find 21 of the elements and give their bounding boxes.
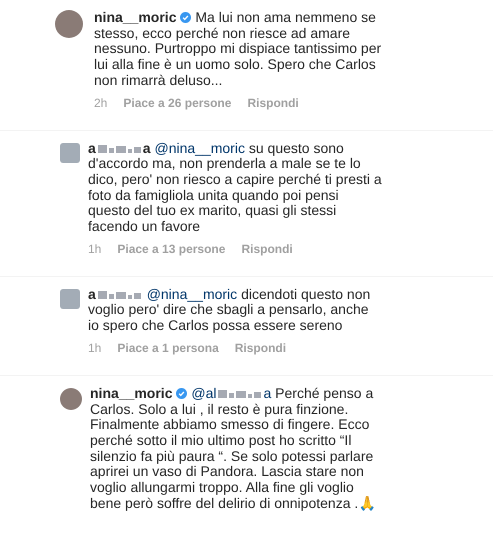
comment-text: a @nina__moric dicendoti questo non voglio pero' dire che sbagli a pensarlo, anche io spero che Carlos possa essere sereno <box>88 286 372 334</box>
mention-link[interactable]: @nina__moric <box>154 140 245 156</box>
timestamp: 1h <box>88 242 102 256</box>
censored-name-drawing <box>98 290 141 299</box>
username[interactable]: a <box>88 286 143 302</box>
timestamp: 2h <box>94 96 108 110</box>
mention-link[interactable]: @nina__moric <box>146 286 238 302</box>
timestamp: 1h <box>88 342 102 355</box>
comment-text: nina__moric @al a Perché penso a Carlos. Solo a lui , il resto è pura finzione. Finalmente abbiamo smesso di fingere. Ecco perché sotto il mio ultimo post ho scritto “Il silenzio fa più paura “. Se solo potessi parlare aprirei un vaso di Pandora. Lascia stare non voglio allungarmi troppo. Alla fine gli voglio bene però soffre del delirio di onnipotenza .🙏 <box>90 386 376 512</box>
avatar <box>60 288 80 309</box>
avatar <box>60 142 80 163</box>
censored-name-drawing <box>98 144 141 153</box>
avatar <box>55 10 83 38</box>
username[interactable]: a a <box>88 140 151 156</box>
censored-name-drawing <box>218 390 262 398</box>
username[interactable]: nina__moric <box>94 9 176 25</box>
username[interactable]: nina__moric <box>90 384 172 401</box>
mention-link[interactable]: @al a <box>191 384 272 401</box>
comment-text: nina__moric Ma lui non ama nemmeno se stesso, ecco perché non riesce ad amare nessuno. Purtroppo mi dispiace tantissimo per lui alla fine è un uomo solo. Spero che Carlos non rimarrà deluso... <box>94 10 382 89</box>
avatar <box>60 388 82 410</box>
comment-text: a a @nina__moric su questo sono d'accordo ma, non prenderla a male se te lo dico, pero' non riesco a capire perché ti presti a foto da famigliola unita quando poi pensi questo del tuo ex marito, quasi gli stessi facendo un favore <box>88 140 383 235</box>
